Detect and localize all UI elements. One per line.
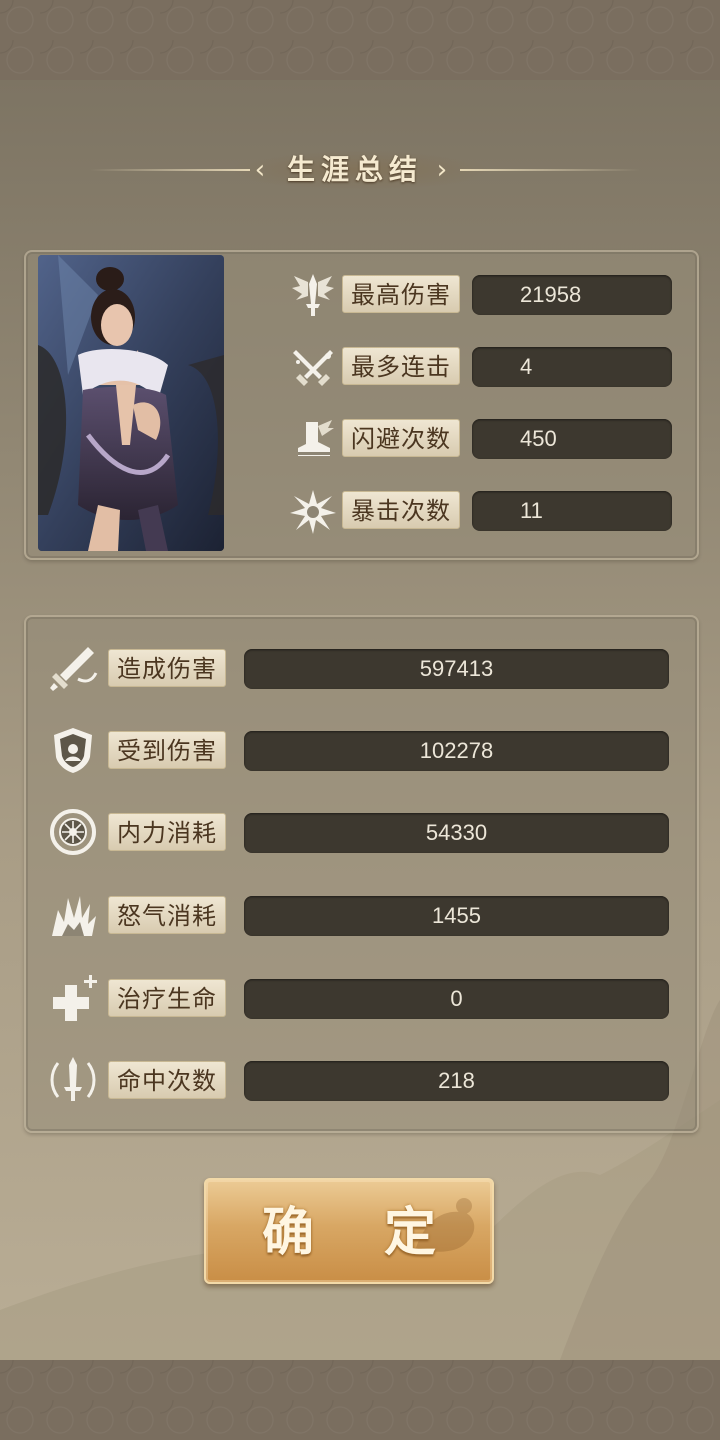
total-value: 0 (244, 979, 669, 1019)
total-row-healing: 治疗生命 0 (48, 973, 673, 1021)
highlight-value: 4 (472, 347, 672, 387)
highlight-row-max-damage: 最高伤害 21958 (288, 270, 678, 316)
highlight-value: 450 (472, 419, 672, 459)
feathered-sword-icon (288, 270, 338, 320)
title-line-left (90, 169, 250, 171)
title-header: ‹ 生涯总结 › (0, 145, 720, 195)
highlight-row-max-combo: 最多连击 4 (288, 342, 678, 387)
total-row-energy-used: 内力消耗 54330 (48, 807, 673, 855)
total-row-damage-dealt: 造成伤害 597413 (48, 643, 673, 691)
total-value: 102278 (244, 731, 669, 771)
slashing-sword-icon (48, 643, 98, 693)
character-portrait (38, 255, 224, 551)
total-label: 命中次数 (108, 1061, 226, 1099)
title-left-arrow-icon: ‹ (254, 155, 266, 185)
highlight-label: 最多连击 (342, 347, 460, 385)
energy-orb-icon (48, 807, 98, 857)
total-label: 造成伤害 (108, 649, 226, 687)
highlight-row-dodge-count: 闪避次数 450 (288, 414, 678, 459)
total-row-damage-taken: 受到伤害 102278 (48, 725, 673, 773)
page-title: 生涯总结 (286, 153, 423, 186)
confirm-label: 确 定 (261, 1202, 463, 1263)
highlight-label: 最高伤害 (342, 275, 460, 313)
healing-cross-icon (48, 973, 98, 1023)
highlight-label: 暴击次数 (342, 491, 460, 529)
bottom-pattern-band (0, 1360, 720, 1440)
top-pattern-band (0, 0, 720, 80)
highlight-value: 21958 (472, 275, 672, 315)
title-line-right (460, 169, 640, 171)
title-right-arrow-icon: › (436, 155, 448, 185)
total-label: 受到伤害 (108, 731, 226, 769)
total-value: 597413 (244, 649, 669, 689)
total-row-hit-count: 命中次数 218 (48, 1055, 673, 1101)
total-value: 218 (244, 1061, 669, 1101)
highlight-label: 闪避次数 (342, 419, 460, 457)
winged-boot-icon (288, 414, 338, 464)
confirm-button[interactable]: 确 定 (204, 1178, 494, 1284)
crossed-swords-icon (288, 342, 338, 392)
highlight-row-crit-count: 暴击次数 11 (288, 486, 678, 534)
rage-burst-icon (48, 890, 98, 940)
highlight-value: 11 (472, 491, 672, 531)
total-label: 怒气消耗 (108, 896, 226, 934)
total-value: 1455 (244, 896, 669, 936)
targeted-sword-icon (48, 1055, 98, 1105)
burst-icon (288, 486, 338, 536)
shield-icon (48, 725, 98, 775)
total-row-rage-used: 怒气消耗 1455 (48, 890, 673, 936)
total-label: 内力消耗 (108, 813, 226, 851)
total-value: 54330 (244, 813, 669, 853)
total-label: 治疗生命 (108, 979, 226, 1017)
